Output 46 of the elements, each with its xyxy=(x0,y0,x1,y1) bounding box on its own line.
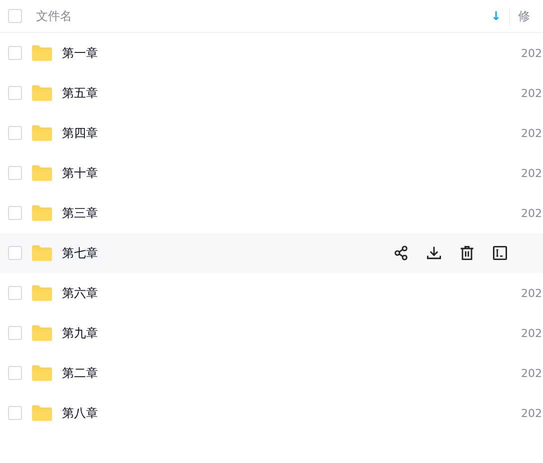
folder-name[interactable]: 第十章 xyxy=(62,164,521,182)
file-row[interactable]: 第六章 202 xyxy=(0,273,543,313)
date-text: 202 xyxy=(521,206,542,220)
checkbox[interactable] xyxy=(8,326,22,340)
date-text: 202 xyxy=(521,86,542,100)
file-row[interactable]: 第五章 202 xyxy=(0,73,543,113)
column-header[interactable]: 修 xyxy=(509,8,543,24)
checkbox[interactable] xyxy=(8,286,22,300)
date-text: 202 xyxy=(521,326,542,340)
folder-name[interactable]: 第三章 xyxy=(62,204,521,222)
date-text: 202 xyxy=(521,46,542,60)
checkbox[interactable] xyxy=(8,86,22,100)
date-text: 202 xyxy=(521,126,542,140)
checkbox[interactable] xyxy=(8,46,22,60)
rename-icon[interactable] xyxy=(491,244,509,262)
file-row[interactable]: 第八章 202 xyxy=(0,393,543,433)
folder-name[interactable]: 第七章 xyxy=(62,244,392,262)
checkbox[interactable] xyxy=(8,246,22,260)
download-icon[interactable] xyxy=(425,244,443,262)
folder-name[interactable]: 第二章 xyxy=(62,364,521,382)
checkbox[interactable] xyxy=(8,126,22,140)
file-row[interactable]: 第七章 xyxy=(0,233,543,273)
folder-name[interactable]: 第五章 xyxy=(62,84,521,102)
file-row[interactable]: 第十章 202 xyxy=(0,153,543,193)
file-row[interactable]: 第三章 202 xyxy=(0,193,543,233)
trash-icon[interactable] xyxy=(458,244,476,262)
file-row[interactable]: 第一章 202 xyxy=(0,33,543,73)
date-text: 202 xyxy=(521,366,542,380)
checkbox[interactable] xyxy=(8,9,22,23)
checkbox[interactable] xyxy=(8,206,22,220)
date-text: 202 xyxy=(521,286,542,300)
file-row[interactable]: 第二章 202 xyxy=(0,353,543,393)
date-text: 202 xyxy=(521,406,542,420)
folder-name[interactable]: 第八章 xyxy=(62,404,521,422)
checkbox[interactable] xyxy=(8,406,22,420)
column-header[interactable]: 文件名 xyxy=(36,8,491,24)
share-icon[interactable] xyxy=(392,244,410,262)
checkbox[interactable] xyxy=(8,366,22,380)
date-text: 202 xyxy=(521,166,542,180)
folder-name[interactable]: 第六章 xyxy=(62,284,521,302)
file-row[interactable]: 第四章 202 xyxy=(0,113,543,153)
folder-name[interactable]: 第一章 xyxy=(62,44,521,62)
file-row[interactable]: 第九章 202 xyxy=(0,313,543,353)
checkbox[interactable] xyxy=(8,166,22,180)
folder-name[interactable]: 第四章 xyxy=(62,124,521,142)
folder-name[interactable]: 第九章 xyxy=(62,324,521,342)
